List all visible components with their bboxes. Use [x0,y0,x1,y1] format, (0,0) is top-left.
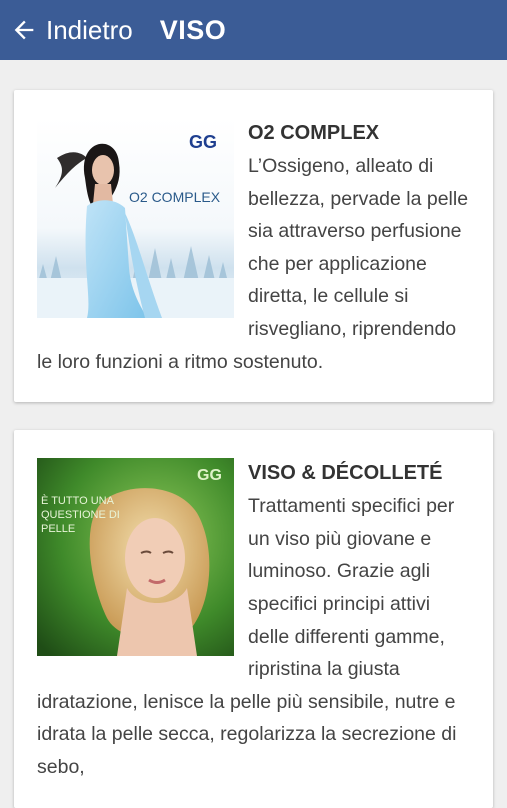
brand-logo: GG [189,132,217,152]
product-card-o2-complex[interactable]: GG O2 COMPLEX O2 COMPLEX L’Ossigeno, all… [14,90,493,403]
back-button[interactable]: Indietro [10,16,133,44]
product-card-viso-decollete[interactable]: GG È TUTTO UNA QUESTIONE DI PELLE VISO &… [14,430,493,808]
arrow-left-icon [14,20,34,40]
product-image-viso-decollete: GG È TUTTO UNA QUESTIONE DI PELLE [37,458,234,657]
top-bar: Indietro VISO [0,0,507,60]
back-label: Indietro [46,15,133,45]
page-title: VISO [159,14,227,45]
content-list: GG O2 COMPLEX O2 COMPLEX L’Ossigeno, all… [0,60,507,808]
brand-logo: GG [197,467,222,484]
product-image-o2-complex: GG O2 COMPLEX [37,118,234,318]
image-overlay-text: O2 COMPLEX [129,189,221,205]
image-overlay-text: È TUTTO UNA QUESTIONE DI PELLE [41,495,120,536]
